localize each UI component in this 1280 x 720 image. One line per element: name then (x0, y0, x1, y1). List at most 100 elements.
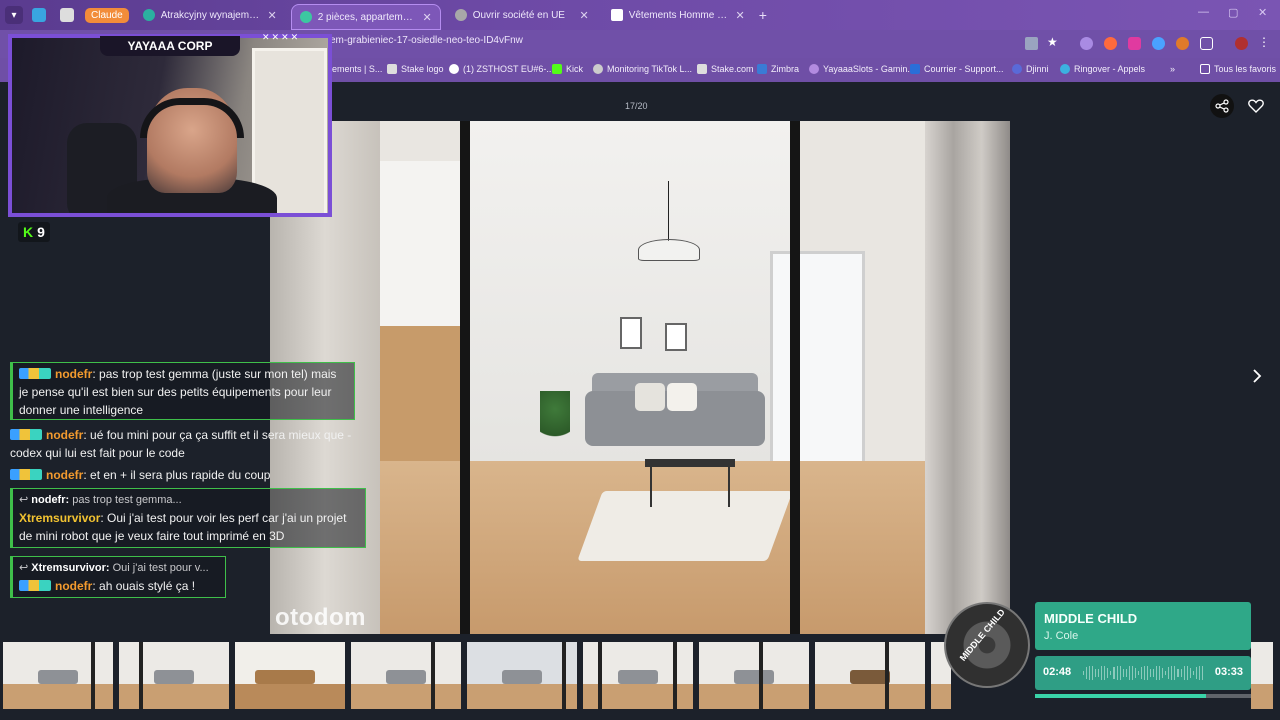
bookmark-item[interactable]: Monitoring TikTok L... (593, 64, 692, 74)
bookmark-item[interactable]: Zimbra (757, 64, 799, 74)
waveform-bar (1089, 665, 1091, 681)
photo-plant (540, 391, 570, 451)
bookmark-item[interactable]: Stake logo (387, 64, 444, 74)
favorite-button[interactable] (1244, 94, 1268, 118)
pinned-tab-extension[interactable] (55, 4, 79, 26)
chat-username: nodefr (55, 367, 93, 381)
extension-icon[interactable] (1128, 37, 1141, 50)
chat-reply-message: ↩ Xtremsurvivor: Oui j'ai test pour v...… (10, 556, 226, 598)
url-field[interactable]: em-grabieniec-17-osiedle-neo-teo-ID4vFnw (330, 35, 523, 46)
tab-societe-ue[interactable]: Ouvrir société en UE ✕ (447, 3, 597, 27)
thumbnail[interactable] (815, 642, 925, 709)
waveform-bar (1104, 665, 1106, 681)
waveform-bar (1119, 666, 1121, 680)
waveform-bar (1195, 667, 1197, 679)
extension-icon[interactable] (1080, 37, 1093, 50)
otodom-favicon-icon (299, 11, 312, 23)
share-button[interactable] (1210, 94, 1234, 118)
chat-badges-icon (19, 580, 51, 591)
reply-preview: pas trop test gemma... (72, 494, 182, 506)
zimbra-icon (757, 64, 767, 74)
heart-icon (1248, 99, 1264, 113)
photo-door-frame (460, 121, 470, 634)
bookmark-item[interactable]: Djinni (1012, 64, 1049, 74)
bookmark-label: Tous les favoris (1214, 64, 1277, 74)
thumbnail[interactable] (1251, 642, 1273, 709)
waveform-bar (1137, 670, 1139, 676)
bookmark-item[interactable]: Stake.com (697, 64, 754, 74)
track-progress-bar (1035, 694, 1251, 698)
close-tab-icon[interactable]: ✕ (267, 9, 276, 22)
close-tab-icon[interactable]: ✕ (735, 9, 744, 22)
extension-icon[interactable] (1176, 37, 1189, 50)
thumbnail[interactable] (3, 642, 113, 709)
reply-username: Xtremsurvivor: (31, 562, 110, 574)
close-tab-icon[interactable]: ✕ (422, 11, 431, 24)
thumbnail[interactable] (235, 642, 345, 709)
more-bookmarks-icon[interactable]: » (1170, 64, 1175, 74)
waveform-bar (1107, 667, 1109, 679)
tab-bar: ▾ Claude Atrakcyjny wynajem - Łódź - sp … (0, 0, 1280, 30)
main-photo[interactable]: otodom (270, 121, 1010, 634)
waveform-bar (1168, 667, 1170, 679)
viewer-count: 9 (37, 224, 45, 240)
bookmark-item[interactable]: (1) ZSTHOST EU#6-... (449, 64, 554, 74)
thumbnail[interactable] (467, 642, 577, 709)
kick-icon (552, 64, 562, 74)
waveform-bar (1192, 670, 1194, 676)
bookmark-item[interactable]: Courrier - Support... (910, 64, 1004, 74)
translate-icon[interactable] (1025, 37, 1038, 50)
tab-next[interactable]: Vêtements Homme | Next ✕ (603, 3, 753, 27)
photo-rug (577, 491, 793, 561)
waveform-bar (1125, 668, 1127, 678)
extension-icon[interactable] (1152, 37, 1165, 50)
chat-badges-icon (19, 368, 51, 379)
waveform-bar (1113, 667, 1115, 679)
extensions-puzzle-icon[interactable] (1200, 37, 1213, 50)
photo-curtain-right (925, 121, 1010, 634)
new-tab-icon[interactable]: + (759, 7, 767, 23)
waveform-bar (1201, 666, 1203, 680)
next-photo-button[interactable] (1245, 364, 1269, 388)
chat-message: nodefr: ué fou mini pour ça ça suffit et… (10, 428, 352, 460)
tab-apartment[interactable]: 2 pièces, appartement à louer ✕ (290, 4, 441, 30)
bookmark-star-icon[interactable]: ★ (1047, 35, 1060, 49)
waveform-bar (1186, 665, 1188, 681)
maximize-icon[interactable]: ▢ (1228, 6, 1238, 19)
reply-username: nodefr: (31, 494, 70, 506)
menu-icon[interactable]: ⋮ (1258, 35, 1271, 49)
close-window-icon[interactable]: ✕ (1258, 6, 1267, 19)
bookmark-item[interactable]: Ringover - Appels (1060, 64, 1145, 74)
chat-username: nodefr (55, 579, 93, 593)
minimize-icon[interactable]: — (1198, 6, 1209, 18)
thumbnail[interactable] (119, 642, 229, 709)
tab-otodom-lodz[interactable]: Atrakcyjny wynajem - Łódź - sp ✕ (135, 3, 285, 27)
waveform-bar (1189, 667, 1191, 679)
bookmark-item[interactable]: YayaaaSlots - Gamin... (809, 64, 915, 74)
waveform-bar (1162, 667, 1164, 679)
tab-group-claude[interactable]: Claude (85, 7, 129, 23)
thumbnail[interactable] (583, 642, 693, 709)
song-artist: J. Cole (1044, 630, 1079, 642)
bookmark-item[interactable]: Kick (552, 64, 583, 74)
avatar[interactable] (1235, 37, 1248, 50)
pinned-tab-telegram[interactable] (27, 4, 51, 26)
close-tab-icon[interactable]: ✕ (579, 9, 588, 22)
folder-icon (1200, 64, 1210, 74)
waveform-bar (1153, 668, 1155, 678)
chat-username: nodefr (46, 428, 84, 442)
extension-icon[interactable] (1104, 37, 1117, 50)
chat-badges-icon (10, 429, 42, 440)
waveform-bar (1171, 665, 1173, 681)
total-time: 03:33 (1214, 666, 1243, 678)
photo-counter: 17/20 (625, 101, 648, 111)
bookmark-item[interactable]: ements | S... (332, 64, 382, 74)
thumbnail[interactable] (351, 642, 461, 709)
thumbnail[interactable] (699, 642, 809, 709)
waveform-bar (1134, 667, 1136, 679)
waveform-bar (1101, 666, 1103, 680)
otodom-favicon-icon (142, 9, 155, 21)
tab-search-icon[interactable]: ▾ (5, 6, 23, 24)
all-bookmarks-folder[interactable]: Tous les favoris (1200, 64, 1276, 74)
photo-pillow (635, 383, 665, 411)
